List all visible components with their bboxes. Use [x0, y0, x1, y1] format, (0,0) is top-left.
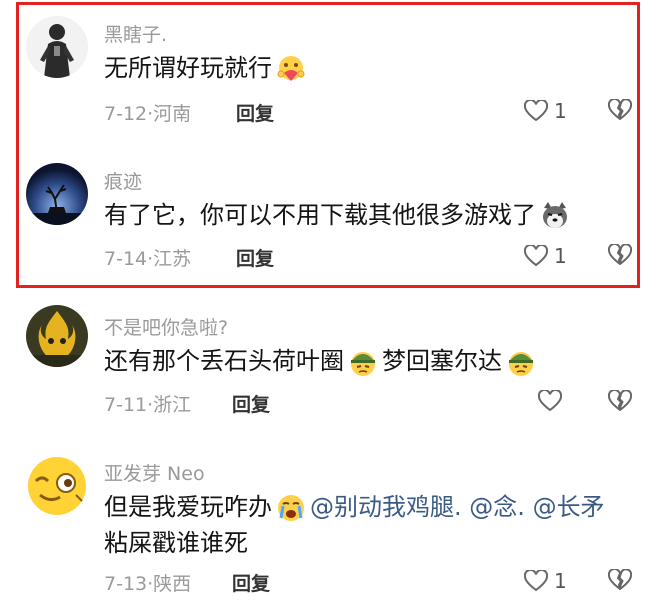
comment-text-part-1: 但是我爱玩咋办: [104, 493, 272, 521]
broken-heart-icon: [607, 388, 633, 411]
comment-date-location: 7-11·浙江: [104, 394, 192, 416]
reply-button[interactable]: 回复: [236, 99, 274, 126]
username[interactable]: 不是吧你急啦?: [104, 313, 228, 340]
comment-text-main: 有了它，你可以不用下载其他很多游戏了: [104, 201, 536, 229]
comment-text: 有了它，你可以不用下载其他很多游戏了: [104, 197, 574, 233]
dislike-button[interactable]: [607, 97, 633, 125]
comment-text-main: 无所谓好玩就行: [104, 54, 272, 82]
soldier-emoji-icon: [505, 346, 537, 378]
comment-date-location: 7-12·河南: [104, 103, 192, 125]
crying-emoji-icon: [275, 492, 307, 524]
comment-text-line-1: 但是我爱玩咋办 @别动我鸡腿. @念. @长矛: [104, 489, 605, 525]
broken-heart-icon: [607, 242, 633, 265]
like-count: 1: [554, 244, 567, 268]
dislike-button[interactable]: [607, 388, 633, 416]
like-count: 1: [554, 99, 567, 123]
broken-heart-icon: [607, 567, 633, 590]
comment-text-line-2: 粘屎戳谁谁死: [104, 529, 248, 557]
like-button[interactable]: 1: [524, 569, 567, 593]
like-button[interactable]: [538, 390, 562, 412]
comment-date-location: 7-13·陕西: [104, 573, 192, 595]
heart-icon: [524, 245, 548, 267]
username[interactable]: 痕迹: [104, 167, 142, 194]
username[interactable]: 黑瞎子.: [104, 20, 167, 47]
like-count: 1: [554, 569, 567, 593]
avatar[interactable]: [26, 455, 88, 517]
username[interactable]: 亚发芽 Neo: [104, 459, 205, 486]
dislike-button[interactable]: [607, 242, 633, 270]
reply-button[interactable]: 回复: [232, 569, 270, 596]
avatar[interactable]: [26, 305, 88, 367]
heart-icon: [524, 100, 548, 122]
reply-button[interactable]: 回复: [232, 390, 270, 417]
broken-heart-icon: [607, 97, 633, 120]
comment-date-location: 7-14·江苏: [104, 248, 192, 270]
reply-button[interactable]: 回复: [236, 244, 274, 271]
avatar[interactable]: [26, 16, 88, 78]
like-button[interactable]: 1: [524, 244, 567, 268]
mention-link[interactable]: @别动我鸡腿.: [310, 493, 462, 521]
like-button[interactable]: 1: [524, 99, 567, 123]
love-face-emoji-icon: [275, 53, 307, 85]
comment-text: 无所谓好玩就行: [104, 50, 310, 86]
comment-text-part-2: 梦回塞尔达: [382, 347, 502, 375]
mention-link[interactable]: @长矛: [533, 493, 605, 521]
comment-text: 还有那个丢石头荷叶圈 梦回塞尔达: [104, 343, 540, 379]
mention-link[interactable]: @念.: [469, 493, 525, 521]
avatar[interactable]: [26, 163, 88, 225]
husky-emoji-icon: [539, 200, 571, 232]
comment-text-part-1: 还有那个丢石头荷叶圈: [104, 347, 344, 375]
dislike-button[interactable]: [607, 567, 633, 595]
heart-icon: [538, 390, 562, 412]
heart-icon: [524, 570, 548, 592]
soldier-emoji-icon: [347, 346, 379, 378]
